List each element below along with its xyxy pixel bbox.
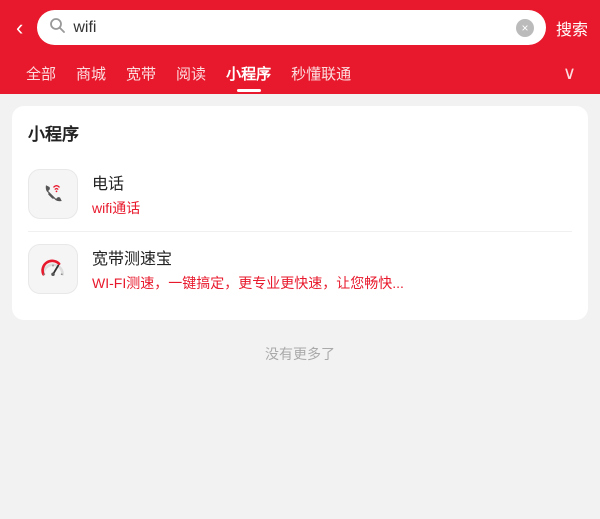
section-title: 小程序 (28, 120, 572, 145)
list-item[interactable]: 宽带测速宝 WI-FI测速，一键搞定，更专业更快速，让您畅快... (28, 232, 572, 306)
search-submit-button[interactable]: 搜索 (556, 16, 588, 40)
tab-mall[interactable]: 商城 (66, 55, 116, 92)
header: ‹ wifi × 搜索 全部 商城 宽带 阅读 小程序 秒懂联通 ∨ (0, 0, 600, 94)
no-more-label: 没有更多了 (12, 320, 588, 374)
tab-bar: 全部 商城 宽带 阅读 小程序 秒懂联通 ∨ (12, 55, 588, 94)
search-bar[interactable]: wifi × (37, 10, 546, 45)
content-area: 小程序 电话 wifi通话 (0, 94, 600, 386)
list-item[interactable]: 电话 wifi通话 (28, 157, 572, 232)
phone-call-icon (28, 169, 78, 219)
tab-seckill[interactable]: 秒懂联通 (281, 55, 361, 92)
tab-broadband[interactable]: 宽带 (116, 55, 166, 92)
speed-test-info: 宽带测速宝 WI-FI测速，一键搞定，更专业更快速，让您畅快... (92, 245, 572, 293)
speed-test-desc: WI-FI测速，一键搞定，更专业更快速，让您畅快... (92, 273, 572, 293)
phone-call-name: 电话 (92, 170, 572, 194)
phone-call-desc: wifi通话 (92, 198, 572, 218)
search-row: ‹ wifi × 搜索 (12, 10, 588, 45)
tab-miniapp[interactable]: 小程序 (216, 55, 281, 92)
clear-button[interactable]: × (516, 19, 534, 37)
speed-test-icon (28, 244, 78, 294)
speed-test-name: 宽带测速宝 (92, 245, 572, 269)
search-input[interactable]: wifi (73, 19, 508, 37)
phone-call-info: 电话 wifi通话 (92, 170, 572, 218)
tab-all[interactable]: 全部 (16, 55, 66, 92)
tab-reading[interactable]: 阅读 (166, 55, 216, 92)
tab-more-button[interactable]: ∨ (555, 55, 584, 92)
back-button[interactable]: ‹ (12, 11, 27, 45)
section-card: 小程序 电话 wifi通话 (12, 106, 588, 320)
search-icon (49, 17, 65, 38)
